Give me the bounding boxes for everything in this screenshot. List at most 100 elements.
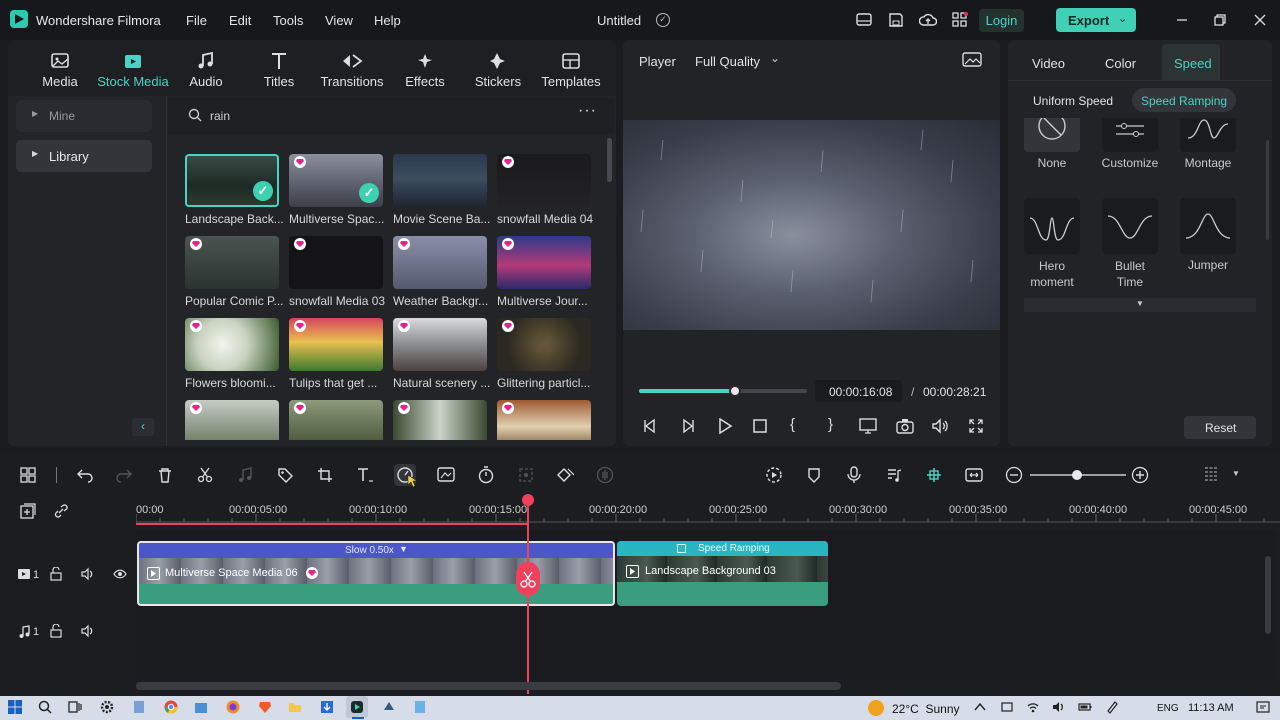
menu-tools[interactable]: Tools: [273, 13, 303, 28]
fullscreen-icon[interactable]: [968, 418, 984, 434]
quality-select[interactable]: Full Quality ⌄: [686, 49, 786, 73]
keyframe-icon[interactable]: [554, 464, 576, 486]
preset-bullet-time[interactable]: [1102, 198, 1158, 254]
subtab-speed-ramping[interactable]: Speed Ramping: [1132, 88, 1236, 112]
play-icon[interactable]: [717, 418, 733, 434]
zoom-handle[interactable]: [1072, 470, 1082, 480]
timeline-v-scrollbar[interactable]: [1265, 556, 1271, 634]
media-thumb[interactable]: [289, 236, 383, 289]
media-thumb[interactable]: [497, 154, 591, 207]
clock[interactable]: 11:13 AM: [1188, 702, 1234, 714]
media-thumb[interactable]: [497, 400, 591, 440]
minimize-icon[interactable]: [1172, 10, 1192, 30]
media-scrollbar[interactable]: [607, 138, 612, 182]
tag-icon[interactable]: [274, 464, 296, 486]
firefox-icon[interactable]: [222, 696, 244, 718]
more-grid-icon[interactable]: [1200, 464, 1222, 486]
media-thumb[interactable]: [393, 154, 487, 207]
timer-icon[interactable]: [475, 464, 497, 486]
pen-icon[interactable]: [1101, 696, 1123, 718]
apps-grid-icon[interactable]: [952, 12, 968, 28]
fit-timeline-icon[interactable]: [963, 464, 985, 486]
tab-stock-media[interactable]: Stock Media: [97, 50, 169, 92]
tab-transitions[interactable]: Transitions: [316, 50, 388, 92]
menu-help[interactable]: Help: [374, 13, 401, 28]
weather-text[interactable]: 22°C Sunny: [892, 702, 960, 716]
file-explorer-icon[interactable]: [284, 696, 306, 718]
speed-bar[interactable]: Slow 0.50x ▼: [139, 543, 613, 558]
brave-icon[interactable]: [254, 696, 276, 718]
task-view-icon[interactable]: [64, 696, 86, 718]
delete-icon[interactable]: [154, 464, 176, 486]
media-thumb[interactable]: [289, 318, 383, 371]
tab-color[interactable]: Color: [1105, 56, 1136, 71]
lock-icon[interactable]: [50, 624, 62, 638]
mark-out-icon[interactable]: }: [828, 416, 833, 433]
restore-icon[interactable]: [1210, 10, 1230, 30]
marker-icon[interactable]: [803, 464, 825, 486]
stop-icon[interactable]: [753, 419, 767, 433]
speed-ramping-bar[interactable]: Speed Ramping: [617, 541, 828, 556]
language-indicator[interactable]: ENG: [1157, 703, 1179, 714]
tab-templates[interactable]: Templates: [535, 50, 607, 92]
expand-presets-bar[interactable]: ▼: [1024, 298, 1256, 312]
media-thumb[interactable]: [393, 318, 487, 371]
add-track-icon[interactable]: [20, 503, 36, 519]
microphone-icon[interactable]: [843, 464, 865, 486]
store-icon[interactable]: [190, 696, 212, 718]
network-tray-icon[interactable]: [996, 696, 1018, 718]
render-preview-icon[interactable]: [763, 464, 785, 486]
export-button[interactable]: Export ⌄: [1056, 8, 1136, 32]
search-icon[interactable]: [34, 696, 56, 718]
volume-icon[interactable]: [81, 567, 95, 581]
login-button[interactable]: Login: [979, 9, 1024, 32]
zoom-slider[interactable]: [1030, 470, 1126, 480]
tab-effects[interactable]: Effects: [389, 50, 461, 92]
media-thumb[interactable]: [185, 400, 279, 440]
more-options-icon[interactable]: ···: [578, 102, 597, 120]
tab-titles[interactable]: Titles: [243, 50, 315, 92]
collapse-sidebar-button[interactable]: ‹: [132, 418, 154, 436]
music-list-icon[interactable]: [883, 464, 905, 486]
files-icon[interactable]: [128, 696, 150, 718]
settings-gear-icon[interactable]: [96, 696, 118, 718]
link-icon[interactable]: [53, 503, 69, 519]
display-icon[interactable]: [859, 418, 877, 434]
chevron-up-icon[interactable]: [969, 696, 991, 718]
media-thumb[interactable]: [185, 318, 279, 371]
download-icon[interactable]: [316, 696, 338, 718]
media-thumb[interactable]: [289, 400, 383, 440]
preset-none[interactable]: [1024, 118, 1080, 152]
camera-snapshot-icon[interactable]: [896, 418, 914, 434]
preset-montage[interactable]: [1180, 118, 1236, 152]
lock-icon[interactable]: [50, 567, 62, 581]
tab-media[interactable]: Media: [24, 50, 96, 92]
media-thumb[interactable]: [497, 236, 591, 289]
menu-edit[interactable]: Edit: [229, 13, 251, 28]
properties-scrollbar[interactable]: [1266, 140, 1269, 240]
media-thumb[interactable]: [393, 236, 487, 289]
filmora-taskbar-icon[interactable]: [346, 696, 368, 718]
battery-icon[interactable]: [1074, 696, 1096, 718]
step-back-icon[interactable]: [642, 418, 658, 434]
video-clip[interactable]: Speed Ramping Landscape Background 03: [617, 541, 828, 606]
menu-file[interactable]: File: [186, 13, 207, 28]
wifi-icon[interactable]: [1022, 696, 1044, 718]
cloud-upload-icon[interactable]: [919, 12, 937, 28]
search-bar[interactable]: rain ···: [168, 98, 614, 134]
preset-hero-moment[interactable]: [1024, 198, 1080, 254]
speaker-icon[interactable]: [1048, 696, 1070, 718]
preset-customize[interactable]: [1102, 118, 1158, 152]
media-thumb[interactable]: ✓: [185, 154, 279, 207]
text-tool-icon[interactable]: [354, 464, 376, 486]
preset-jumper[interactable]: [1180, 198, 1236, 254]
split-scissors-button[interactable]: [516, 562, 540, 596]
eye-icon[interactable]: [113, 568, 127, 580]
zoom-out-icon[interactable]: [1003, 464, 1025, 486]
media-thumb[interactable]: ✓: [289, 154, 383, 207]
save-icon[interactable]: [888, 12, 904, 28]
tab-video[interactable]: Video: [1032, 56, 1065, 71]
snapshot-image-icon[interactable]: [962, 52, 982, 68]
volume-icon[interactable]: [931, 418, 949, 434]
timeline-h-scrollbar[interactable]: [136, 682, 841, 690]
